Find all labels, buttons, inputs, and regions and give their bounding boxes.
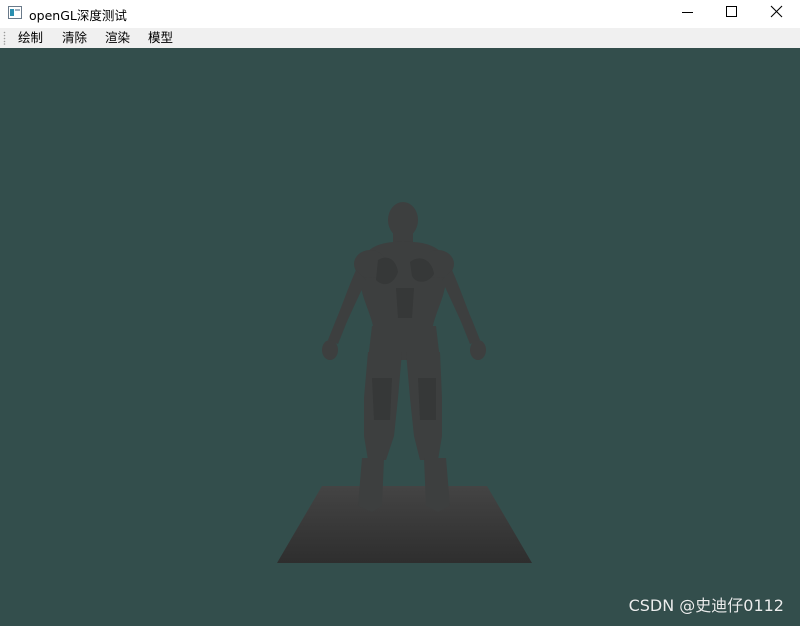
title-bar[interactable]: openGL深度测试 (0, 0, 800, 28)
menu-bar: 绘制 清除 渲染 模型 (0, 28, 800, 48)
watermark-text: CSDN @史迪仔0112 (628, 596, 784, 615)
close-button[interactable] (754, 0, 800, 26)
menu-item-model[interactable]: 模型 (148, 30, 173, 46)
maximize-button[interactable] (708, 0, 754, 26)
floor-plane (277, 486, 532, 563)
close-icon (770, 5, 783, 18)
window-title: openGL深度测试 (29, 8, 127, 23)
app-icon (8, 6, 22, 19)
maximize-icon (726, 6, 737, 17)
minimize-icon (682, 12, 693, 13)
character-model (322, 202, 486, 512)
menu-item-render[interactable]: 渲染 (105, 30, 130, 46)
menu-item-draw[interactable]: 绘制 (18, 30, 43, 46)
menu-item-clear[interactable]: 清除 (62, 30, 87, 46)
app-window: openGL深度测试 绘制 清除 渲染 模型 CSDN @史迪仔0112 (0, 0, 800, 626)
scene-canvas (277, 202, 532, 563)
toolbar-grip-icon (3, 31, 6, 45)
opengl-viewport[interactable]: CSDN @史迪仔0112 (0, 48, 800, 626)
minimize-button[interactable] (664, 0, 710, 26)
